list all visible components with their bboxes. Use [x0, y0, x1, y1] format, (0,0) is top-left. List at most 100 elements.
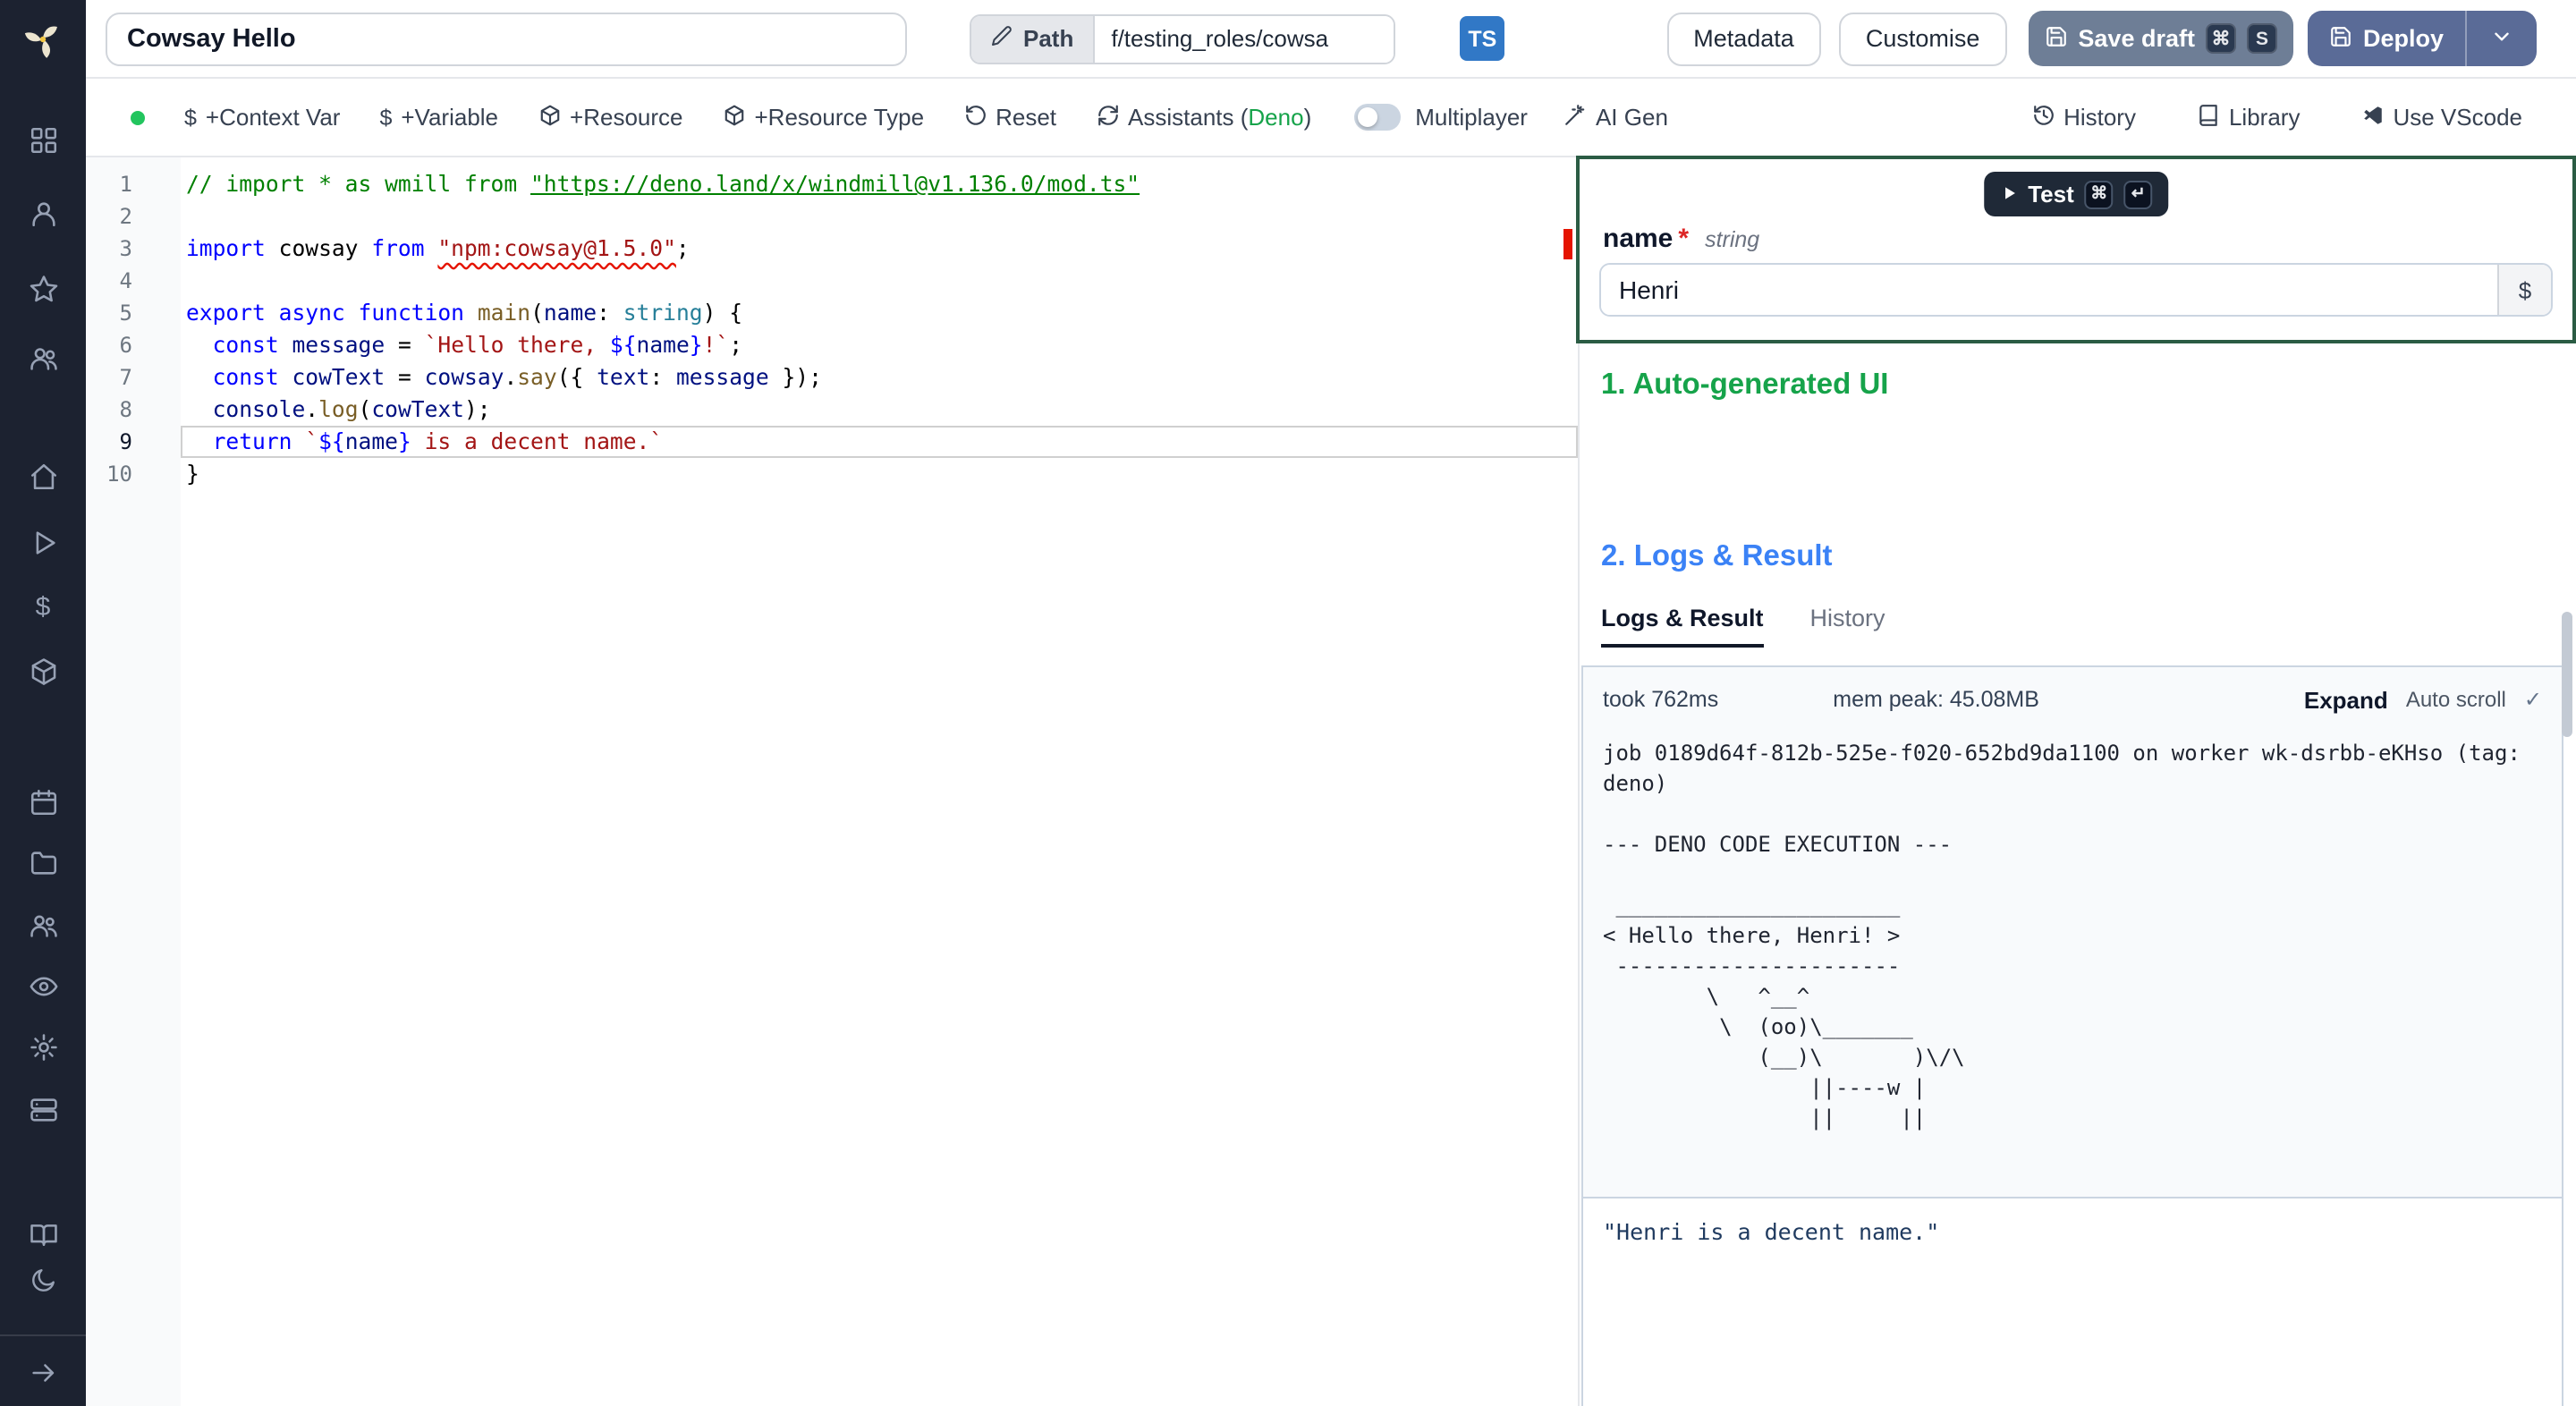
add-resource-button[interactable]: +Resource	[538, 103, 683, 131]
expand-sidebar-icon[interactable]	[0, 1351, 86, 1393]
run-duration: took 762ms	[1603, 687, 1719, 712]
history-clock-icon	[2031, 103, 2055, 131]
dollar-icon: $	[379, 105, 393, 130]
docs-book-icon[interactable]	[0, 1213, 86, 1256]
tab-history[interactable]: History	[1810, 605, 1885, 648]
windmill-script-editor: $ Cowsay Hello Path f/testing_roles/cows…	[0, 0, 2576, 1406]
expand-button[interactable]: Expand	[2304, 686, 2388, 713]
editor-toolbar: $ +Context Var $ +Variable +Resource +Re…	[86, 79, 2576, 157]
path-input[interactable]	[1093, 15, 1394, 62]
script-name-input[interactable]	[106, 12, 907, 65]
rotate-ccw-icon	[963, 103, 987, 131]
use-vscode-label: Use VScode	[2393, 104, 2522, 131]
add-resource-type-button[interactable]: +Resource Type	[723, 103, 924, 131]
code-line[interactable]: 6 const message = `Hello there, ${name}!…	[86, 329, 1578, 361]
home-icon[interactable]	[0, 454, 86, 497]
book-icon	[2197, 103, 2220, 131]
code-line[interactable]: 10}	[86, 458, 1578, 490]
kbd-enter: ↵	[2123, 180, 2153, 208]
wand-icon	[1563, 103, 1587, 131]
favorites-star-icon[interactable]	[0, 267, 86, 309]
name-arg-input[interactable]	[1601, 265, 2497, 315]
folders-icon[interactable]	[0, 841, 86, 884]
code-line[interactable]: 5 export async function main(name: string…	[86, 297, 1578, 329]
chevron-down-icon	[2490, 24, 2513, 53]
deploy-group: Deploy	[2307, 11, 2537, 66]
sidebar-footer	[0, 1334, 86, 1406]
reset-label: Reset	[996, 104, 1057, 131]
windmill-logo-icon[interactable]	[0, 14, 86, 64]
right-panel: 1. Auto-generated UI 2. Logs & Result Lo…	[1578, 157, 2576, 1406]
insert-variable-button[interactable]: $	[2497, 265, 2551, 315]
history-label: History	[2063, 104, 2136, 131]
reset-button[interactable]: Reset	[963, 103, 1056, 131]
customise-button[interactable]: Customise	[1838, 12, 2007, 65]
code-line[interactable]: 2	[86, 200, 1578, 233]
team-icon[interactable]	[0, 336, 86, 379]
variables-icon[interactable]: $	[0, 585, 86, 628]
error-overview-marker	[1563, 229, 1572, 259]
save-draft-button[interactable]: Save draft ⌘ S	[2028, 11, 2293, 66]
use-vscode-button[interactable]: Use VScode	[2360, 103, 2522, 131]
library-label: Library	[2228, 104, 2301, 131]
autoscroll-toggle[interactable]: Auto scroll	[2406, 687, 2506, 712]
test-button[interactable]: Test ⌘ ↵	[1983, 172, 2169, 216]
deploy-dropdown-button[interactable]	[2465, 11, 2537, 66]
sidebar: $	[0, 0, 86, 1406]
assistants-button[interactable]: Assistants (Deno)	[1096, 103, 1311, 131]
multiplayer-toggle[interactable]	[1354, 104, 1402, 131]
ai-gen-label: AI Gen	[1595, 104, 1668, 131]
arg-label-row: name * string	[1603, 224, 1759, 254]
code-line[interactable]: 8 console.log(cowText);	[86, 394, 1578, 426]
add-context-var-button[interactable]: $ +Context Var	[184, 104, 340, 131]
code-line[interactable]: 4	[86, 265, 1578, 297]
save-icon	[2044, 24, 2067, 53]
typescript-badge: TS	[1460, 16, 1505, 61]
cube-icon	[723, 103, 746, 131]
result-area: "Henri is a decent name."	[1583, 1197, 2562, 1406]
run-stats-row: took 762ms mem peak: 45.08MB Expand Auto…	[1583, 667, 2562, 732]
cube-icon	[538, 103, 561, 131]
required-asterisk: *	[1678, 224, 1690, 254]
metadata-button[interactable]: Metadata	[1666, 12, 1821, 65]
resources-icon[interactable]	[0, 649, 86, 692]
code-lines: 1// import * as wmill from "https://deno…	[86, 168, 1578, 490]
add-variable-button[interactable]: $ +Variable	[379, 104, 498, 131]
code-line[interactable]: 3 import cowsay from "npm:cowsay@1.5.0";	[86, 233, 1578, 265]
path-button[interactable]: Path	[971, 15, 1094, 62]
play-icon	[1999, 181, 2017, 208]
code-line[interactable]: 7 const cowText = cowsay.say({ text: mes…	[86, 361, 1578, 394]
members-icon[interactable]	[0, 903, 86, 946]
kbd-cmd: ⌘	[2084, 180, 2114, 208]
audit-eye-icon[interactable]	[0, 964, 86, 1007]
logs-panel: took 762ms mem peak: 45.08MB Expand Auto…	[1581, 665, 2563, 1406]
code-editor[interactable]: 1// import * as wmill from "https://deno…	[86, 157, 1578, 1406]
test-label: Test	[2028, 181, 2074, 208]
settings-gear-icon[interactable]	[0, 1025, 86, 1068]
runs-icon[interactable]	[0, 521, 86, 563]
user-icon[interactable]	[0, 191, 86, 234]
path-button-label: Path	[1023, 25, 1074, 52]
arg-name: name	[1603, 224, 1674, 254]
dollar-icon: $	[184, 105, 197, 130]
kbd-cmd: ⌘	[2205, 23, 2236, 54]
run-mem-peak: mem peak: 45.08MB	[1833, 687, 2039, 712]
dark-mode-moon-icon[interactable]	[0, 1259, 86, 1302]
multiplayer-label: Multiplayer	[1415, 104, 1528, 131]
tab-logs-result[interactable]: Logs & Result	[1601, 605, 1764, 648]
apps-icon[interactable]	[0, 118, 86, 161]
path-group: Path	[970, 13, 1396, 64]
ai-gen-button[interactable]: AI Gen	[1563, 103, 1668, 131]
deploy-button[interactable]: Deploy	[2307, 11, 2465, 66]
workers-icon[interactable]	[0, 1088, 86, 1131]
library-button[interactable]: Library	[2197, 103, 2301, 131]
schedules-icon[interactable]	[0, 780, 86, 823]
pencil-icon	[991, 25, 1013, 52]
panel-scrollbar-thumb[interactable]	[2562, 612, 2572, 737]
code-line[interactable]: 1// import * as wmill from "https://deno…	[86, 168, 1578, 200]
saved-status-dot	[131, 110, 145, 124]
history-button[interactable]: History	[2031, 103, 2136, 131]
check-icon[interactable]: ✓	[2524, 687, 2542, 712]
code-line[interactable]: 9 return `${name} is a decent name.`	[86, 426, 1578, 458]
deploy-icon	[2329, 24, 2352, 53]
